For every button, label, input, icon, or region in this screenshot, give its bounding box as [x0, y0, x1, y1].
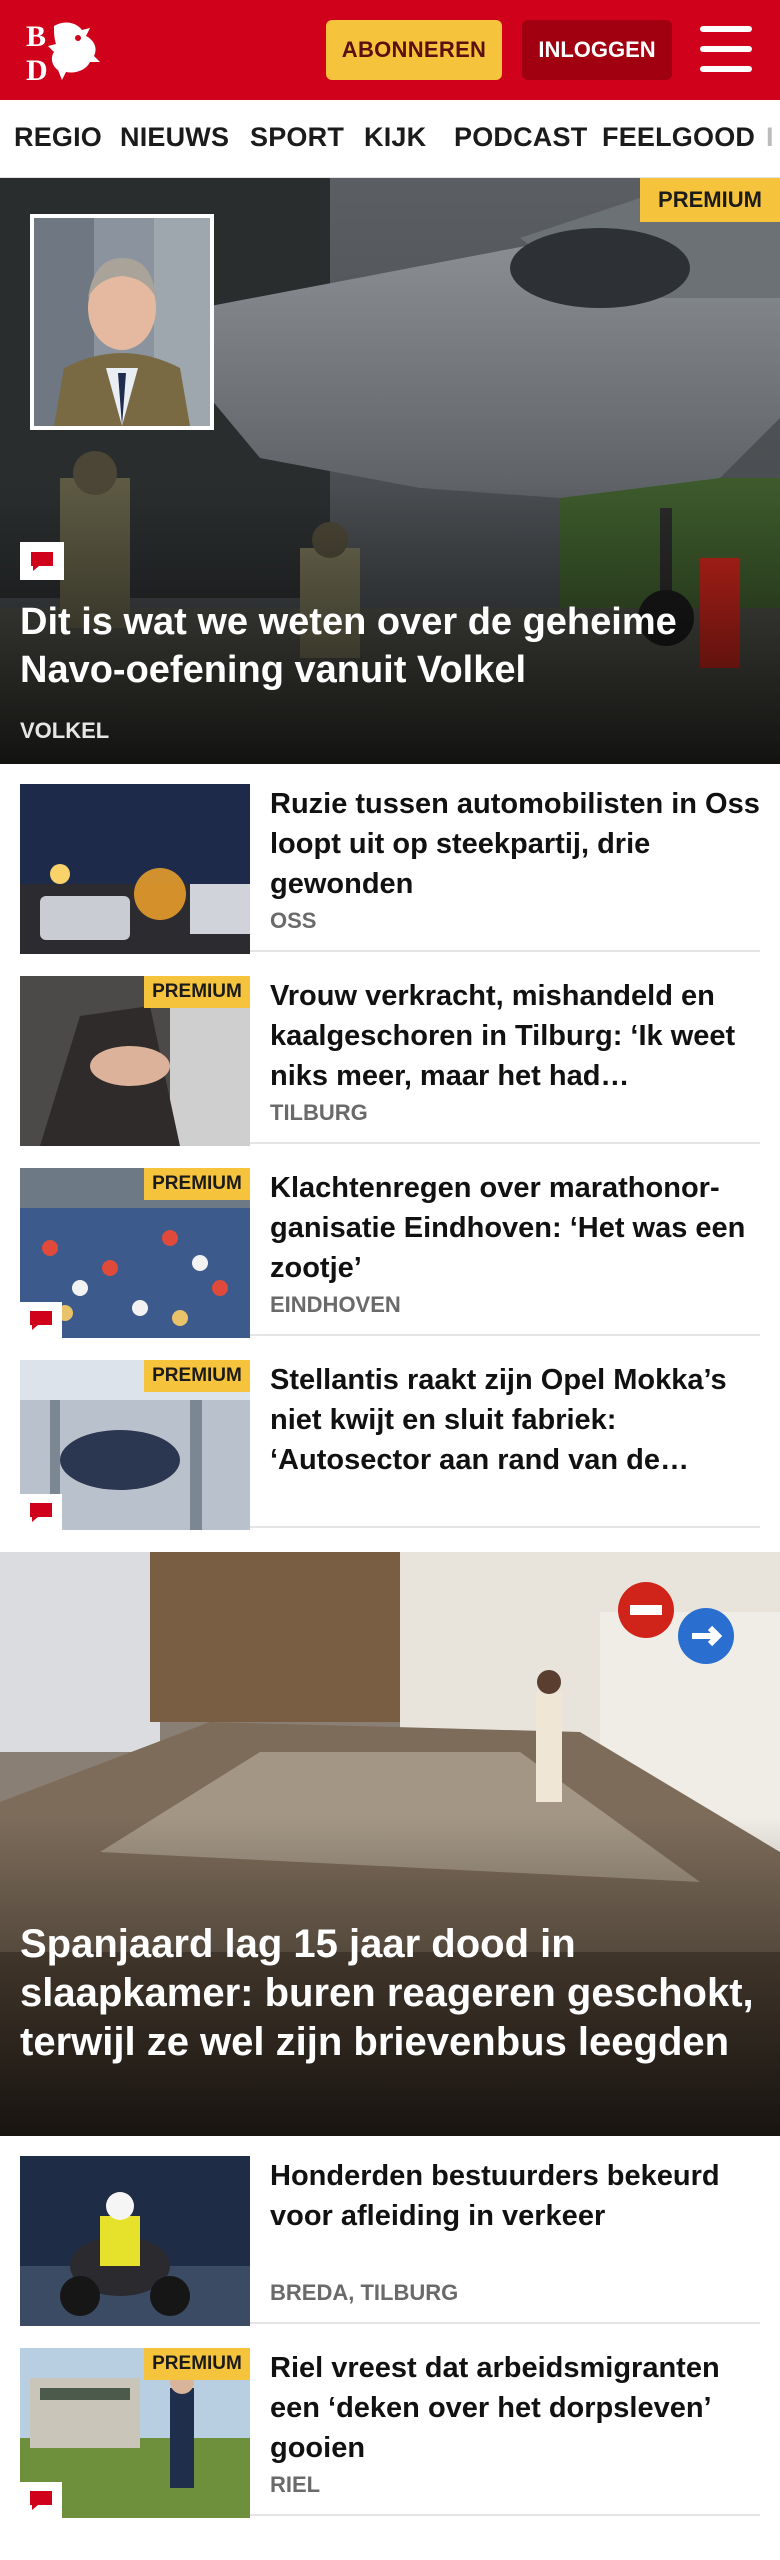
article-location: OSS [270, 908, 317, 933]
featured-headline[interactable]: Spanjaard lag 15 jaar dood in slaapkamer… [20, 1920, 760, 2067]
premium-badge: PREMIUM [144, 2348, 250, 2380]
list-item[interactable]: PREMIUM Vrouw verkracht, mishandeld en k… [20, 956, 760, 1146]
nav-item-podcast[interactable]: PODCAST [454, 122, 587, 153]
nav-item-feelgood[interactable]: FEELGOOD [602, 122, 755, 153]
hamburger-menu-icon[interactable] [700, 26, 752, 72]
nav-item-nieuws[interactable]: NIEUWS [120, 122, 229, 153]
comment-icon [20, 542, 64, 580]
subscribe-button[interactable]: ABONNEREN [326, 20, 502, 80]
author-portrait [30, 214, 214, 430]
svg-text:D: D [26, 54, 48, 84]
premium-badge: PREMIUM [640, 178, 780, 222]
section-nav: REGIO NIEUWS SPORT KIJK PODCAST FEELGOOD… [0, 100, 780, 178]
premium-badge: PREMIUM [144, 1168, 250, 1200]
article-thumbnail: PREMIUM [20, 1168, 250, 1338]
article-location: EINDHOVEN [270, 1292, 401, 1317]
hero-location: VOLKEL [20, 718, 110, 743]
site-header: B D ABONNEREN INLOGGEN [0, 0, 780, 100]
article-location: TILBURG [270, 1100, 368, 1125]
list-item[interactable]: PREMIUM Klachtenregen over marathonor­ga… [20, 1148, 760, 1338]
list-item[interactable]: PREMIUM Riel vreest dat arbeidsmigranten… [20, 2328, 760, 2518]
article-headline[interactable]: Stellantis raakt zijn Opel Mokka’s niet … [270, 1360, 760, 1480]
article-location: BREDA, TILBURG [270, 2280, 459, 2305]
premium-badge: PREMIUM [144, 976, 250, 1008]
article-location: RIEL [270, 2472, 321, 2497]
comment-icon [20, 2482, 62, 2518]
nav-item-more[interactable]: I [766, 122, 774, 153]
hero-headline[interactable]: Dit is wat we weten over de geheime Navo… [20, 598, 760, 694]
comment-icon [20, 1302, 62, 1338]
article-thumbnail: PREMIUM [20, 2348, 250, 2518]
nav-item-sport[interactable]: SPORT [250, 122, 344, 153]
featured-article[interactable]: Spanjaard lag 15 jaar dood in slaapkamer… [0, 1552, 780, 2136]
article-headline[interactable]: Riel vreest dat arbeidsmigranten een ‘de… [270, 2348, 760, 2468]
comment-icon [20, 1494, 62, 1530]
hero-article[interactable]: PREMIUM Dit is wat we weten over de gehe… [0, 178, 780, 764]
list-item[interactable]: Ruzie tussen automobilisten in Oss loopt… [20, 764, 760, 954]
list-item[interactable]: PREMIUM Stellantis raakt zijn Opel Mokka… [20, 1340, 760, 1530]
article-headline[interactable]: Ruzie tussen automobilisten in Oss loopt… [270, 784, 760, 904]
article-headline[interactable]: Klachtenregen over marathonor­ganisatie … [270, 1168, 760, 1288]
login-button[interactable]: INLOGGEN [522, 20, 672, 80]
list-item[interactable]: Honderden bestuurders bekeurd voor aflei… [20, 2136, 760, 2326]
article-thumbnail: PREMIUM [20, 976, 250, 1146]
article-thumbnail [20, 784, 250, 954]
article-thumbnail: PREMIUM [20, 1360, 250, 1530]
nav-item-kijk[interactable]: KIJK [364, 122, 426, 153]
premium-badge: PREMIUM [144, 1360, 250, 1392]
svg-text:B: B [26, 20, 46, 53]
nav-item-regio[interactable]: REGIO [14, 122, 102, 153]
article-thumbnail [20, 2156, 250, 2326]
article-headline[interactable]: Honderden bestuurders bekeurd voor aflei… [270, 2156, 760, 2236]
bd-logo[interactable]: B D [24, 16, 116, 87]
article-headline[interactable]: Vrouw verkracht, mishandeld en kaalgesch… [270, 976, 760, 1096]
